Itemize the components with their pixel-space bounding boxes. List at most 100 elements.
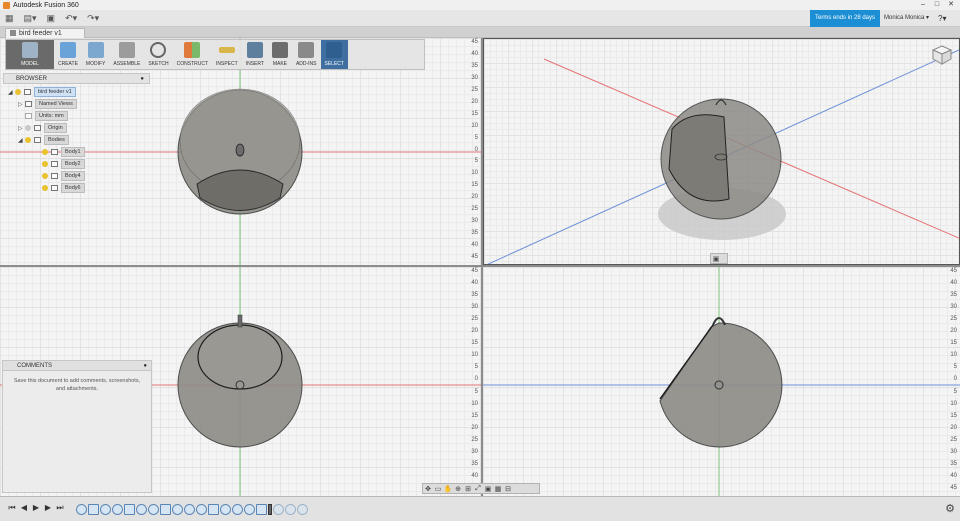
tree-item-body[interactable]: Body4 bbox=[8, 170, 98, 182]
go-to-start-icon[interactable]: ⏮ bbox=[6, 503, 18, 513]
timeline-feature[interactable] bbox=[208, 504, 219, 515]
timeline-feature[interactable] bbox=[232, 504, 243, 515]
gear-icon[interactable]: ⚙ bbox=[945, 502, 955, 515]
timeline-feature[interactable] bbox=[184, 504, 195, 515]
tree-item-body[interactable]: Body1 bbox=[8, 146, 98, 158]
ribbon-group-select[interactable]: SELECT bbox=[320, 40, 348, 69]
visibility-bulb-icon[interactable] bbox=[15, 89, 21, 95]
tree-item-origin[interactable]: ▷ Origin bbox=[8, 122, 98, 134]
collapse-icon[interactable]: ◢ bbox=[8, 89, 15, 96]
viewport-divider-horizontal[interactable] bbox=[0, 265, 960, 267]
ruler-tick-label: 40 bbox=[950, 280, 957, 287]
visibility-bulb-icon[interactable] bbox=[42, 185, 48, 191]
pan-icon[interactable]: ✋ bbox=[443, 485, 453, 493]
timeline-feature[interactable] bbox=[100, 504, 111, 515]
look-at-icon[interactable]: ▭ bbox=[433, 485, 443, 493]
browser-panel-header[interactable]: BROWSER ● bbox=[3, 73, 150, 84]
ribbon-group-insert[interactable]: INSERT bbox=[242, 40, 268, 69]
tree-label-body: Body1 bbox=[61, 147, 85, 157]
timeline-feature[interactable] bbox=[124, 504, 135, 515]
fit-icon[interactable]: ⤢ bbox=[473, 485, 483, 493]
tree-item-units[interactable]: Units: mm bbox=[8, 110, 98, 122]
ribbon-group-assemble[interactable]: ASSEMBLE bbox=[109, 40, 144, 69]
timeline-marker[interactable] bbox=[268, 504, 272, 515]
visibility-bulb-icon[interactable] bbox=[25, 125, 31, 131]
timeline-feature[interactable] bbox=[76, 504, 87, 515]
play-icon[interactable]: ▶ bbox=[30, 503, 42, 513]
visibility-bulb-icon[interactable] bbox=[42, 161, 48, 167]
ruler-tick-label: 35 bbox=[950, 292, 957, 299]
ruler-tick-label: 40 bbox=[471, 242, 478, 249]
viewports-icon[interactable]: ⊟ bbox=[503, 485, 513, 493]
window-controls: – □ ✕ bbox=[916, 0, 958, 10]
undo-icon[interactable]: ↶▾ bbox=[60, 10, 82, 27]
grid-icon[interactable]: ▦ bbox=[493, 485, 503, 493]
zoom-icon[interactable]: ⊕ bbox=[453, 485, 463, 493]
timeline-feature[interactable] bbox=[297, 504, 308, 515]
timeline-feature[interactable] bbox=[244, 504, 255, 515]
browser-close-icon[interactable]: ● bbox=[140, 74, 144, 84]
iso-nav-bar[interactable]: ▣ bbox=[710, 253, 728, 264]
ruler-tick-label: 20 bbox=[950, 328, 957, 335]
expand-icon[interactable]: ▷ bbox=[18, 101, 25, 108]
timeline-feature[interactable] bbox=[160, 504, 171, 515]
trial-badge[interactable]: Terms ends in 28 days bbox=[810, 10, 880, 27]
tree-item-body[interactable]: Body6 bbox=[8, 182, 98, 194]
ribbon-group-modify[interactable]: MODIFY bbox=[82, 40, 109, 69]
tree-item-body[interactable]: Body2 bbox=[8, 158, 98, 170]
document-tab[interactable]: bird feeder v1 bbox=[5, 28, 85, 38]
visibility-bulb-icon[interactable] bbox=[25, 137, 31, 143]
data-panel-icon[interactable]: ▦ bbox=[0, 10, 19, 27]
ribbon-group-inspect[interactable]: INSPECT bbox=[212, 40, 242, 69]
zoom-window-icon[interactable]: ⊞ bbox=[463, 485, 473, 493]
ruler-tick-label: 20 bbox=[471, 194, 478, 201]
timeline-feature[interactable] bbox=[196, 504, 207, 515]
file-menu-icon[interactable]: ▤▾ bbox=[19, 10, 42, 27]
display-settings-icon[interactable]: ▣ bbox=[711, 255, 721, 263]
tree-item-bodies[interactable]: ◢ Bodies bbox=[8, 134, 98, 146]
tree-root[interactable]: ◢ bird feeder v1 bbox=[8, 86, 98, 98]
tree-item-named-views[interactable]: ▷ Named Views bbox=[8, 98, 98, 110]
timeline-feature[interactable] bbox=[256, 504, 267, 515]
visibility-bulb-icon[interactable] bbox=[42, 149, 48, 155]
visibility-bulb-icon[interactable] bbox=[42, 173, 48, 179]
ribbon-group-construct[interactable]: CONSTRUCT bbox=[173, 40, 212, 69]
ribbon-group-addins[interactable]: ADD-INS bbox=[292, 40, 321, 69]
orbit-icon[interactable]: ✥ bbox=[423, 485, 433, 493]
timeline-feature[interactable] bbox=[136, 504, 147, 515]
step-back-icon[interactable]: ◀ bbox=[18, 503, 30, 513]
close-icon[interactable]: ✕ bbox=[944, 0, 958, 10]
timeline-feature[interactable] bbox=[220, 504, 231, 515]
timeline-feature[interactable] bbox=[88, 504, 99, 515]
redo-icon[interactable]: ↷▾ bbox=[82, 10, 104, 27]
viewcube-icon[interactable] bbox=[931, 44, 953, 66]
maximize-icon[interactable]: □ bbox=[930, 0, 944, 10]
timeline-feature[interactable] bbox=[112, 504, 123, 515]
comments-header[interactable]: COMMENTS ● bbox=[3, 361, 151, 371]
timeline-track[interactable] bbox=[76, 504, 309, 515]
help-button[interactable]: ?▾ bbox=[938, 10, 946, 27]
ribbon-group-make[interactable]: MAKE bbox=[268, 40, 292, 69]
user-menu[interactable]: Monica Monica ▾ bbox=[884, 10, 929, 27]
ribbon-group-sketch[interactable]: SKETCH bbox=[144, 40, 172, 69]
ribbon-group-create[interactable]: CREATE bbox=[54, 40, 82, 69]
timeline-feature[interactable] bbox=[172, 504, 183, 515]
collapse-icon[interactable]: ◢ bbox=[18, 137, 25, 144]
viewport-divider-vertical[interactable] bbox=[481, 38, 483, 496]
browser-tree: ◢ bird feeder v1 ▷ Named Views Units: mm… bbox=[8, 86, 98, 194]
ruler-tick-label: 40 bbox=[471, 280, 478, 287]
timeline-feature[interactable] bbox=[148, 504, 159, 515]
viewport-bottom-right[interactable]: 45 40 35 30 25 20 15 10 5 0 5 10 15 20 25 30 35 40 45 bbox=[483, 267, 960, 496]
viewport-top-right-iso[interactable]: ▣ bbox=[483, 38, 960, 265]
timeline-feature[interactable] bbox=[273, 504, 284, 515]
go-to-end-icon[interactable]: ⏭ bbox=[54, 503, 66, 513]
timeline-feature[interactable] bbox=[285, 504, 296, 515]
expand-icon[interactable]: ▷ bbox=[18, 125, 25, 132]
comments-close-icon[interactable]: ● bbox=[143, 361, 147, 371]
display-mode-icon[interactable]: ▣ bbox=[483, 485, 493, 493]
save-icon[interactable]: ▣ bbox=[42, 10, 61, 27]
step-forward-icon[interactable]: ▶ bbox=[42, 503, 54, 513]
workspace-switcher[interactable]: MODEL bbox=[6, 40, 54, 69]
ruler-tick-label: 45 bbox=[950, 484, 957, 491]
minimize-icon[interactable]: – bbox=[916, 0, 930, 10]
